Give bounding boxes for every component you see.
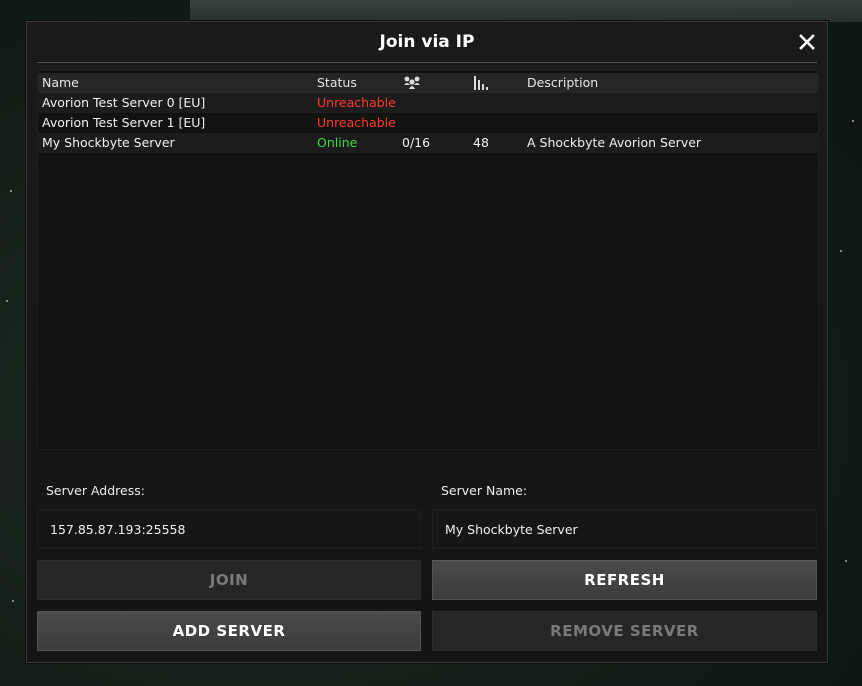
background-star bbox=[12, 600, 14, 602]
title-divider bbox=[37, 62, 817, 63]
join-button[interactable]: JOIN bbox=[37, 560, 421, 600]
server-players: 0/16 bbox=[402, 135, 431, 150]
server-address-input[interactable] bbox=[38, 510, 420, 548]
server-name: Avorion Test Server 1 [EU] bbox=[42, 115, 206, 130]
background-ship-part bbox=[0, 440, 28, 510]
add-server-button[interactable]: ADD SERVER bbox=[37, 611, 421, 651]
server-list[interactable]: Name Status Description Avorion Test Ser… bbox=[37, 70, 819, 450]
background-star bbox=[852, 120, 854, 122]
column-header-description[interactable]: Description bbox=[527, 73, 598, 93]
background-star bbox=[10, 190, 12, 192]
server-list-header: Name Status Description bbox=[38, 73, 818, 93]
column-header-name[interactable]: Name bbox=[42, 73, 79, 93]
close-icon[interactable] bbox=[799, 34, 815, 50]
server-status: Online bbox=[317, 135, 358, 150]
server-status: Unreachable bbox=[317, 95, 396, 110]
remove-server-button[interactable]: REMOVE SERVER bbox=[432, 611, 817, 651]
server-ping: 48 bbox=[473, 135, 489, 150]
refresh-button[interactable]: REFRESH bbox=[432, 560, 817, 600]
server-name-label: Server Name: bbox=[441, 483, 528, 498]
server-status: Unreachable bbox=[317, 115, 396, 130]
server-address-field[interactable] bbox=[37, 509, 421, 549]
background-game-logo bbox=[190, 0, 862, 22]
server-description: A Shockbyte Avorion Server bbox=[527, 135, 702, 150]
server-name-input[interactable] bbox=[433, 510, 816, 548]
background-star bbox=[845, 560, 847, 562]
server-name: My Shockbyte Server bbox=[42, 135, 175, 150]
server-row[interactable]: My Shockbyte Server Online 0/16 48 A Sho… bbox=[38, 133, 818, 153]
background-star bbox=[840, 250, 842, 252]
server-name-field[interactable] bbox=[432, 509, 817, 549]
dialog-title: Join via IP bbox=[379, 32, 475, 52]
server-address-label: Server Address: bbox=[46, 483, 145, 498]
server-name: Avorion Test Server 0 [EU] bbox=[42, 95, 206, 110]
server-row[interactable]: Avorion Test Server 0 [EU] Unreachable bbox=[38, 93, 818, 113]
server-row[interactable]: Avorion Test Server 1 [EU] Unreachable bbox=[38, 113, 818, 133]
column-header-status[interactable]: Status bbox=[317, 73, 357, 93]
join-via-ip-dialog: Join via IP Name Status Description Avor… bbox=[26, 21, 828, 663]
background-star bbox=[6, 300, 8, 302]
